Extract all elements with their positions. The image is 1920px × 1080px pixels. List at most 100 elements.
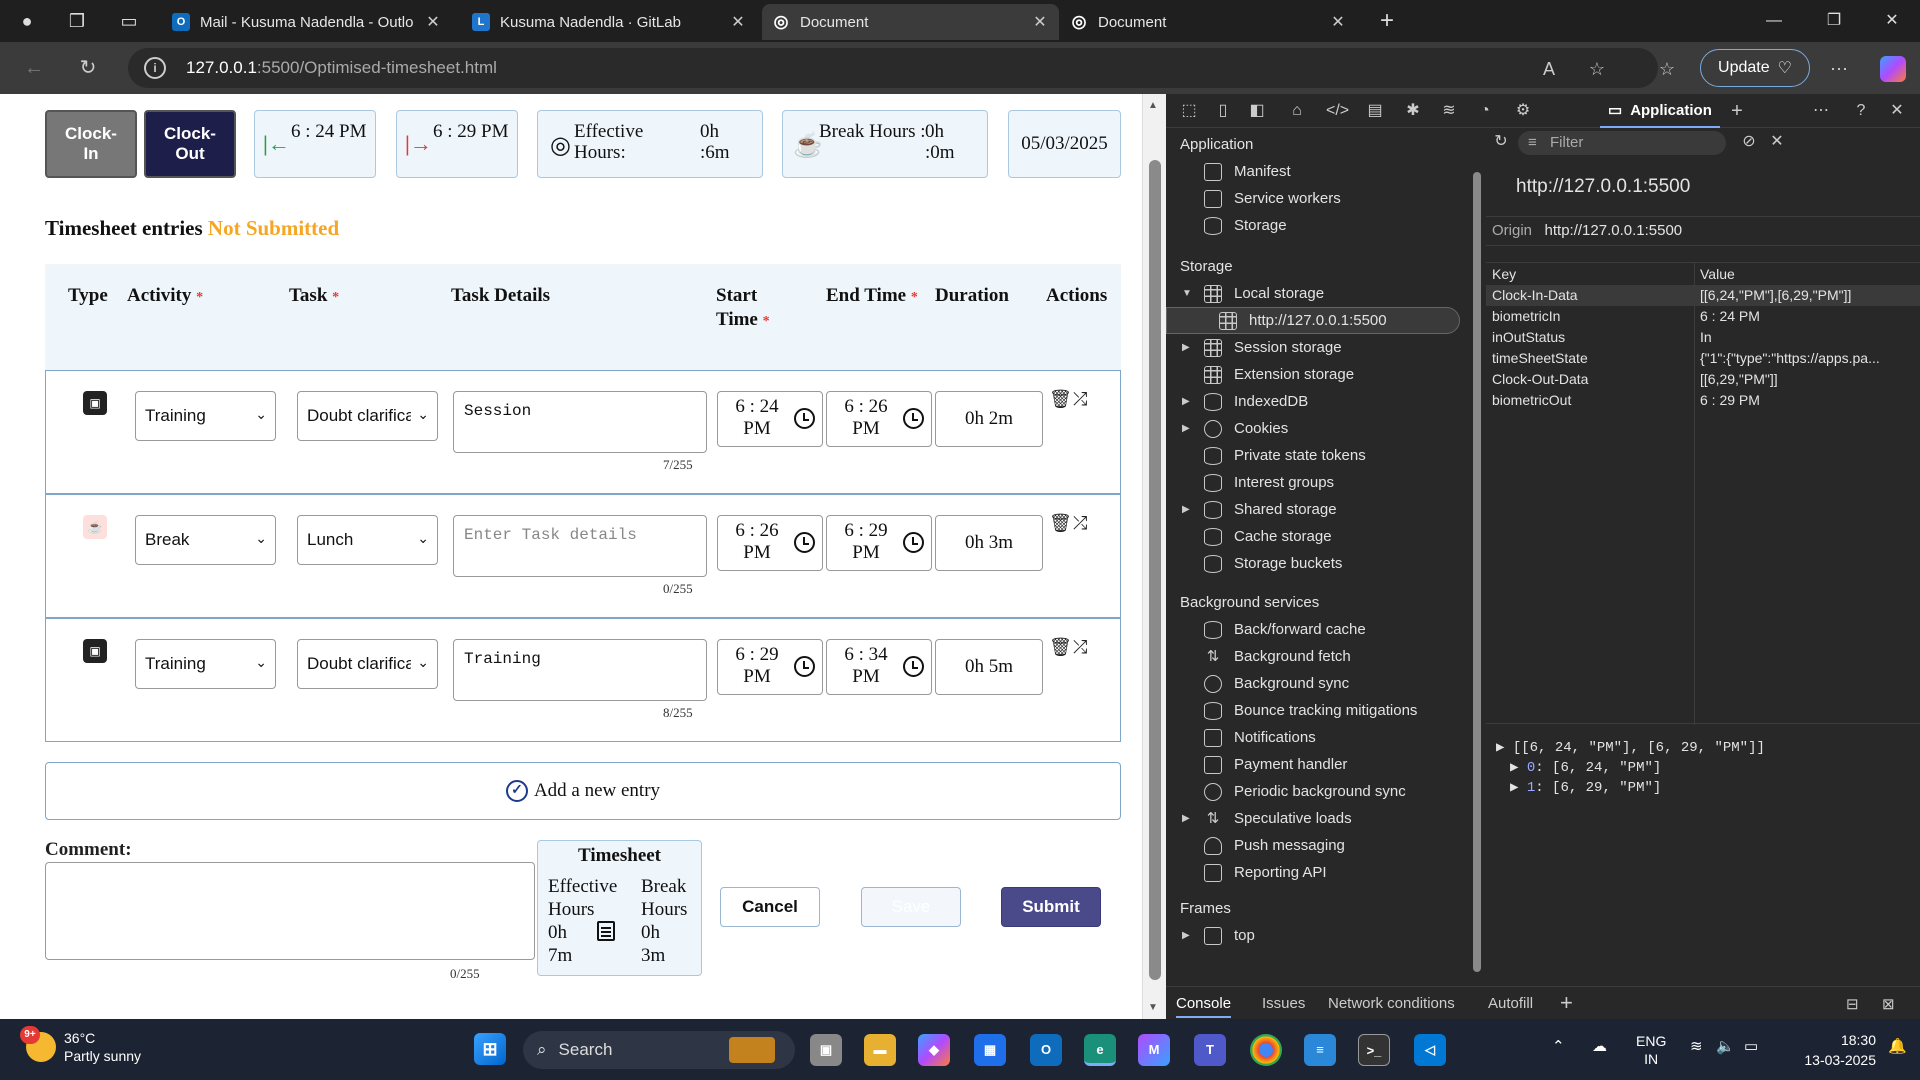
sources-bug-icon[interactable]: ✱ bbox=[1402, 100, 1424, 122]
split-icon[interactable]: ⤮ bbox=[1073, 513, 1087, 534]
more-tabs-plus-icon[interactable]: + bbox=[1726, 100, 1748, 122]
clock-in-button[interactable]: Clock-In bbox=[45, 110, 137, 178]
close-tab-icon[interactable]: ✕ bbox=[1031, 12, 1049, 32]
trash-icon[interactable]: 🗑 bbox=[1049, 389, 1072, 410]
dock-side-icon[interactable]: ◧ bbox=[1246, 100, 1268, 122]
site-info-icon[interactable]: i bbox=[144, 57, 166, 79]
tab-outlook[interactable]: O Mail - Kusuma Nadendla - Outlook ✕ bbox=[162, 4, 452, 40]
terminal-icon[interactable]: >_ bbox=[1358, 1034, 1390, 1066]
vscode-icon[interactable]: ◁ bbox=[1414, 1034, 1446, 1066]
dock-drawer-icon[interactable]: ⊟ bbox=[1846, 995, 1859, 1013]
task-view-icon[interactable]: ▣ bbox=[810, 1034, 842, 1066]
tab-gitlab[interactable]: L Kusuma Nadendla · GitLab ✕ bbox=[462, 4, 757, 40]
sidebar-scrollbar[interactable] bbox=[1470, 128, 1484, 986]
sidebar-item-storage[interactable]: Storage bbox=[1166, 212, 1466, 239]
network-wifi-icon[interactable]: ≋ bbox=[1438, 100, 1460, 122]
task-details-input[interactable]: Enter Task details bbox=[453, 515, 707, 577]
close-tab-icon[interactable]: ✕ bbox=[1329, 12, 1347, 32]
add-drawer-tab-icon[interactable]: + bbox=[1560, 990, 1573, 1016]
delete-selected-icon[interactable]: ✕ bbox=[1766, 131, 1788, 153]
value-header[interactable]: Value bbox=[1700, 263, 1735, 285]
start-time-input[interactable]: 6 : 26 PM bbox=[717, 515, 823, 571]
drawer-tab-console[interactable]: Console bbox=[1176, 995, 1232, 1018]
close-tab-icon[interactable]: ✕ bbox=[729, 12, 747, 32]
preview-item[interactable]: ▶ 1: [6, 29, "PM"] bbox=[1496, 778, 1765, 798]
start-time-input[interactable]: 6 : 29 PM bbox=[717, 639, 823, 695]
refresh-icon[interactable]: ↻ bbox=[74, 54, 102, 82]
sidebar-item-cache-storage[interactable]: Cache storage bbox=[1166, 523, 1466, 550]
scrollbar-thumb[interactable] bbox=[1149, 160, 1161, 980]
store-icon[interactable]: ▦ bbox=[974, 1034, 1006, 1066]
task-select[interactable]: Doubt clarification ⌄ bbox=[297, 639, 438, 689]
preview-root[interactable]: ▶ [[6, 24, "PM"], [6, 29, "PM"]] bbox=[1496, 738, 1765, 758]
drawer-tab-autofill[interactable]: Autofill bbox=[1488, 995, 1533, 1012]
expand-triangle-icon[interactable]: ▼ bbox=[1182, 288, 1192, 299]
tab-actions-icon[interactable]: ▭ bbox=[116, 8, 142, 34]
filter-input[interactable]: ≡ Filter bbox=[1518, 131, 1726, 155]
add-entry-button[interactable]: ✓ Add a new entry bbox=[45, 762, 1121, 820]
sidebar-item-notifications[interactable]: Notifications bbox=[1166, 724, 1466, 751]
sidebar-item-reporting-api[interactable]: Reporting API bbox=[1166, 859, 1466, 886]
sidebar-item-storage-buckets[interactable]: Storage buckets bbox=[1166, 550, 1466, 577]
edge-icon[interactable]: e bbox=[1084, 1034, 1116, 1066]
trash-icon[interactable]: 🗑 bbox=[1049, 637, 1072, 658]
refresh-icon[interactable]: ↻ bbox=[1490, 131, 1512, 153]
notification-bell-icon[interactable]: 🔔 bbox=[1888, 1037, 1907, 1055]
trash-icon[interactable]: 🗑 bbox=[1049, 513, 1072, 534]
language-indicator[interactable]: ENG IN bbox=[1636, 1032, 1666, 1068]
console-icon[interactable]: ▤ bbox=[1364, 100, 1386, 122]
clock-icon[interactable] bbox=[794, 408, 815, 429]
tab-application[interactable]: ▭ Application bbox=[1600, 94, 1720, 128]
end-time-input[interactable]: 6 : 26 PM bbox=[826, 391, 932, 447]
sidebar-item-bounce-tracking[interactable]: Bounce tracking mitigations bbox=[1166, 697, 1466, 724]
read-aloud-icon[interactable]: A bbox=[1538, 58, 1560, 80]
task-details-input[interactable]: Session bbox=[453, 391, 707, 453]
sidebar-item-speculative-loads[interactable]: ▶ ⇅ Speculative loads bbox=[1166, 805, 1466, 832]
chevron-up-icon[interactable]: ⌃ bbox=[1552, 1037, 1565, 1055]
submit-button[interactable]: Submit bbox=[1001, 887, 1101, 927]
page-scrollbar[interactable]: ▲ ▼ bbox=[1142, 94, 1166, 1019]
table-row[interactable]: Clock-In-Data [[6,24,"PM"],[6,29,"PM"]] bbox=[1486, 285, 1920, 306]
taskbar-search[interactable]: ⌕ Search bbox=[523, 1031, 795, 1069]
expand-triangle-icon[interactable]: ▶ bbox=[1510, 760, 1527, 776]
expand-triangle-icon[interactable]: ▶ bbox=[1182, 930, 1190, 941]
sidebar-item-session-storage[interactable]: ▶ Session storage bbox=[1166, 334, 1466, 361]
preview-item[interactable]: ▶ 0: [6, 24, "PM"] bbox=[1496, 758, 1765, 778]
clock-icon[interactable] bbox=[903, 408, 924, 429]
performance-icon[interactable]: ◔ bbox=[1474, 100, 1496, 122]
sidebar-item-background-sync[interactable]: Background sync bbox=[1166, 670, 1466, 697]
inspect-icon[interactable]: ⬚ bbox=[1178, 100, 1200, 122]
cancel-button[interactable]: Cancel bbox=[720, 887, 820, 927]
key-header[interactable]: Key bbox=[1492, 263, 1516, 285]
memory-gear-icon[interactable]: ⚙ bbox=[1512, 100, 1534, 122]
start-time-input[interactable]: 6 : 24 PM bbox=[717, 391, 823, 447]
sidebar-item-frame-top[interactable]: ▶ top bbox=[1166, 922, 1466, 949]
comment-input[interactable] bbox=[45, 862, 535, 960]
cloud-offline-icon[interactable]: ☁ bbox=[1592, 1037, 1607, 1055]
copilot-icon[interactable]: ◆ bbox=[918, 1034, 950, 1066]
sidebar-item-extension-storage[interactable]: Extension storage bbox=[1166, 361, 1466, 388]
sidebar-item-local-origin[interactable]: http://127.0.0.1:5500 bbox=[1166, 307, 1460, 334]
sidebar-item-push-messaging[interactable]: Push messaging bbox=[1166, 832, 1466, 859]
scrollbar-thumb[interactable] bbox=[1473, 172, 1481, 972]
drawer-tab-network-conditions[interactable]: Network conditions bbox=[1328, 995, 1455, 1012]
tab-document[interactable]: ◎ Document ✕ bbox=[1060, 4, 1357, 40]
scroll-up-icon[interactable]: ▲ bbox=[1148, 100, 1158, 111]
start-windows-icon[interactable]: ⊞ bbox=[474, 1033, 506, 1065]
close-devtools-icon[interactable]: ✕ bbox=[1886, 100, 1908, 122]
url-input[interactable]: i 127.0.0.1:5500/Optimised-timesheet.htm… bbox=[128, 48, 1658, 88]
workspaces-icon[interactable]: ❒ bbox=[64, 8, 90, 34]
devtools-menu-icon[interactable]: ⋯ bbox=[1810, 100, 1832, 122]
file-explorer-icon[interactable]: ▬ bbox=[864, 1034, 896, 1066]
more-menu-icon[interactable]: ⋯ bbox=[1828, 58, 1850, 80]
volume-icon[interactable]: 🔈 bbox=[1716, 1037, 1735, 1055]
sidebar-item-shared-storage[interactable]: ▶ Shared storage bbox=[1166, 496, 1466, 523]
table-row[interactable]: biometricOut 6 : 29 PM bbox=[1486, 390, 1920, 411]
welcome-home-icon[interactable]: ⌂ bbox=[1286, 100, 1308, 122]
weather-widget[interactable]: 9+ 36°C Partly sunny bbox=[20, 1026, 141, 1065]
clock-icon[interactable] bbox=[903, 656, 924, 677]
drawer-tab-issues[interactable]: Issues bbox=[1262, 995, 1305, 1012]
battery-icon[interactable]: ▭ bbox=[1744, 1037, 1758, 1055]
notepad-icon[interactable]: ≡ bbox=[1304, 1034, 1336, 1066]
restore-icon[interactable]: ❐ bbox=[1806, 0, 1862, 42]
